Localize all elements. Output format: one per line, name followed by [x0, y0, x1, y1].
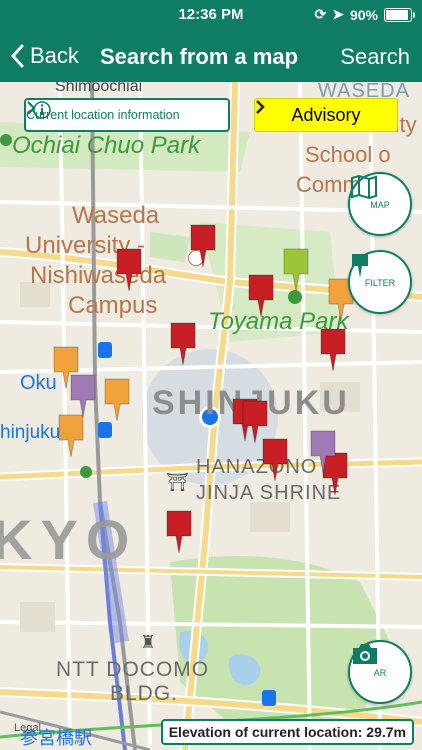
- map-pin[interactable]: [166, 510, 192, 554]
- filter-pin-icon: [352, 254, 368, 278]
- status-right: ⟳ ➤ 90%: [314, 6, 415, 23]
- label-waseda-campus-1: Waseda: [72, 202, 160, 229]
- advisory-button[interactable]: Advisory: [254, 98, 398, 132]
- label-shinjuku-station: hinjuku: [0, 422, 61, 443]
- map-icon: [351, 174, 377, 200]
- label-school-of: School o: [305, 142, 391, 167]
- map-pin[interactable]: [310, 430, 336, 474]
- map-pin[interactable]: [58, 414, 84, 458]
- map-pin[interactable]: [248, 274, 274, 318]
- label-ntt-2: BLDG.: [110, 682, 179, 705]
- shrine-poi-icon: ⛩: [166, 472, 189, 492]
- label-shimoochiai: Shimoochiai: [55, 82, 143, 95]
- chevron-right-icon: [27, 101, 36, 115]
- chevron-left-icon: [10, 44, 24, 68]
- label-ochiai-park: Ochiai Chuo Park: [12, 132, 201, 159]
- back-label: Back: [30, 43, 79, 68]
- label-waseda-campus-3: Nishiwaseda: [30, 262, 167, 289]
- status-bar: 12:36 PM ⟳ ➤ 90%: [0, 0, 422, 30]
- label-hanazono-1: HANAZONO: [196, 456, 318, 478]
- ar-camera-button[interactable]: AR: [348, 640, 412, 704]
- current-location-info-button[interactable]: Current location information: [24, 98, 230, 132]
- current-location-info-label: Current location information: [26, 108, 180, 122]
- map-pin[interactable]: [262, 438, 288, 482]
- map-pin[interactable]: [116, 248, 142, 292]
- label-okubo: Oku: [20, 372, 57, 394]
- camera-icon: [353, 644, 377, 664]
- map-pin[interactable]: [190, 224, 216, 268]
- search-button[interactable]: Search: [340, 44, 410, 70]
- map-pin[interactable]: [104, 378, 130, 422]
- legal-link[interactable]: Legal: [14, 722, 41, 734]
- train-station-icon-2: [98, 422, 112, 438]
- tower-poi-icon: ♜: [140, 632, 157, 652]
- chevron-right-icon: [256, 100, 265, 114]
- tree-poi-icon: [288, 290, 302, 304]
- battery-icon: [384, 7, 415, 22]
- rotation-lock-icon: ⟳: [314, 6, 327, 22]
- map-pin[interactable]: [320, 328, 346, 372]
- label-tokyo: KYO: [0, 508, 138, 571]
- train-station-icon-3: [262, 690, 276, 706]
- filter-button[interactable]: FILTER: [348, 250, 412, 314]
- map-mode-button[interactable]: MAP: [348, 172, 412, 236]
- page-title: Search from a map: [100, 44, 299, 69]
- location-arrow-icon: ➤: [332, 6, 344, 22]
- map-pin[interactable]: [283, 248, 309, 292]
- map-pin[interactable]: [170, 322, 196, 366]
- label-hanazono-2: JINJA SHRINE: [196, 482, 342, 504]
- back-button[interactable]: Back: [10, 40, 79, 72]
- battery-text: 90%: [349, 6, 378, 23]
- map-view[interactable]: Shimoochiai WASEDA University School o C…: [0, 82, 422, 750]
- map-pin[interactable]: [70, 374, 96, 418]
- advisory-label: Advisory: [291, 104, 361, 125]
- ar-label: AR: [373, 668, 387, 678]
- nav-bar: Back Search from a map Search: [0, 30, 422, 82]
- label-waseda-campus-4: Campus: [68, 292, 158, 319]
- train-station-icon: [98, 342, 112, 358]
- label-ntt-1: NTT DOCOMO: [56, 658, 210, 681]
- map-pin[interactable]: [242, 400, 268, 444]
- park-poi-icon: [0, 134, 12, 146]
- elevation-readout: Elevation of current location: 29.7m: [160, 719, 414, 745]
- map-mode-label: MAP: [370, 200, 390, 210]
- park-poi-icon-2: [80, 466, 92, 478]
